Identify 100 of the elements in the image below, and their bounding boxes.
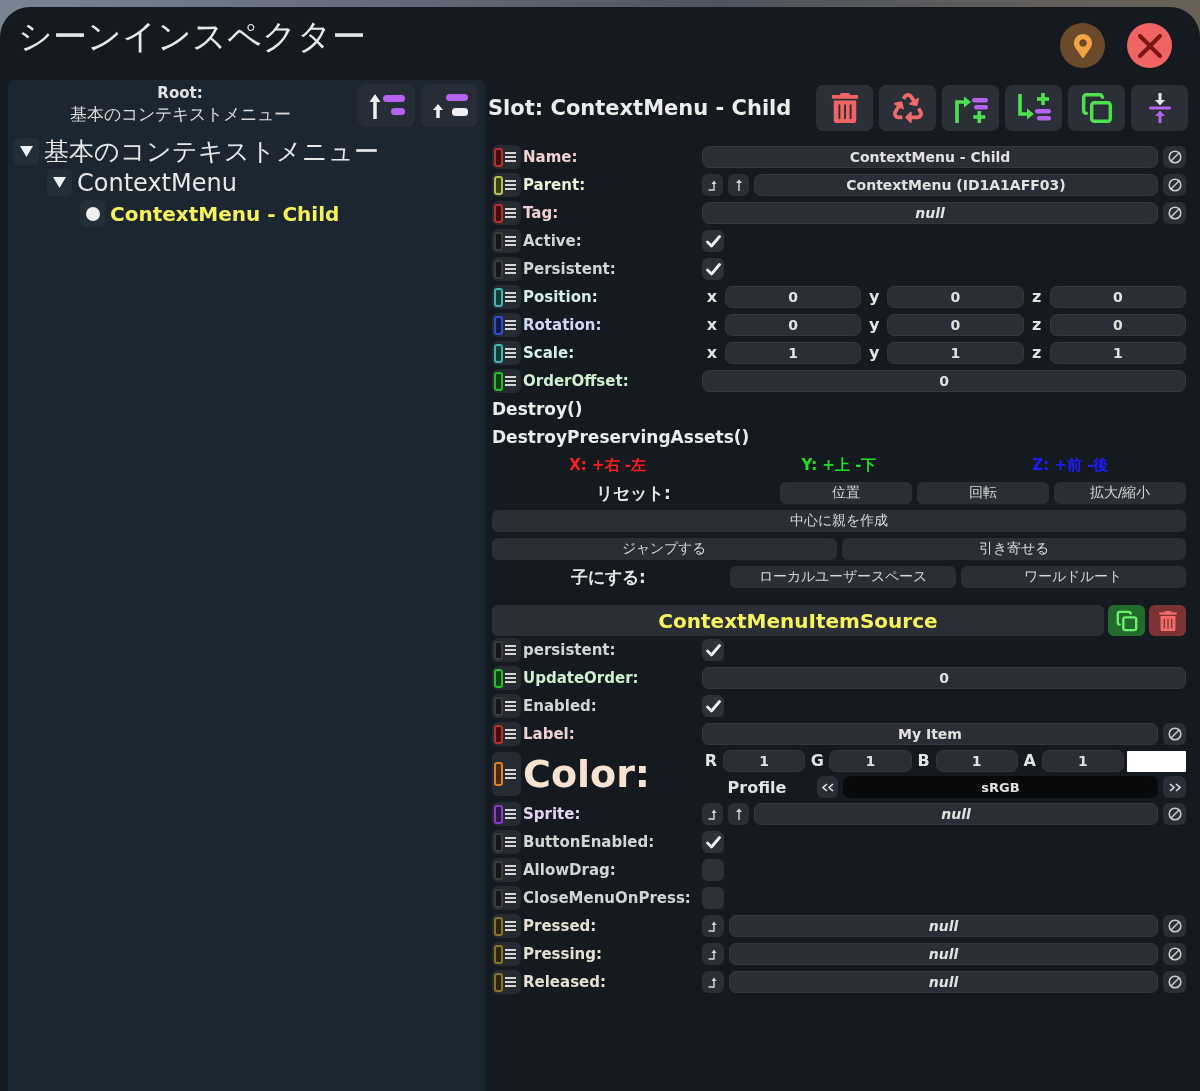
field-handle[interactable] <box>492 638 521 662</box>
checkbox[interactable] <box>702 695 724 717</box>
field-handle[interactable] <box>492 722 521 746</box>
move-button[interactable]: 引き寄せる <box>841 538 1186 560</box>
field-handle[interactable] <box>492 694 521 718</box>
value-field[interactable]: null <box>729 943 1158 965</box>
duplicate-button[interactable] <box>1068 85 1125 131</box>
value-field[interactable]: ContextMenu - Child <box>702 146 1158 168</box>
previous-button[interactable] <box>817 776 838 798</box>
clear-button[interactable] <box>1163 723 1186 745</box>
move-up-button[interactable] <box>358 84 415 127</box>
tree-item[interactable]: 基本のコンテキストメニュー <box>44 135 379 168</box>
duplicate-component-button[interactable] <box>1108 605 1145 636</box>
field-handle[interactable] <box>492 257 521 281</box>
checkbox[interactable] <box>702 639 724 661</box>
field-handle[interactable] <box>492 752 521 796</box>
insert-parent-button[interactable] <box>942 85 999 131</box>
field-handle[interactable] <box>492 341 521 365</box>
number-field[interactable]: 1 <box>1049 342 1186 364</box>
reset-button[interactable]: 位置 <box>780 482 912 504</box>
arrow-button[interactable] <box>702 803 723 825</box>
field-handle[interactable] <box>492 173 521 197</box>
clear-button[interactable] <box>1163 174 1186 196</box>
axis-legend: X: +右 -左 <box>569 455 647 475</box>
recycle-button[interactable] <box>879 85 936 131</box>
number-field[interactable]: 0 <box>702 370 1186 392</box>
arrow-button[interactable] <box>728 174 749 196</box>
method-link[interactable]: DestroyPreservingAssets() <box>492 423 750 451</box>
clear-button[interactable] <box>1163 146 1186 168</box>
collapse-button[interactable] <box>1131 85 1188 131</box>
tree-item[interactable]: ContextMenu - Child <box>110 201 340 226</box>
value-field[interactable]: null <box>729 971 1158 993</box>
field-handle[interactable] <box>492 858 521 882</box>
clear-button[interactable] <box>1163 971 1186 993</box>
field-handle[interactable] <box>492 145 521 169</box>
method-link[interactable]: Destroy() <box>492 395 583 423</box>
value-field[interactable]: My Item <box>702 723 1158 745</box>
arrow-button[interactable] <box>728 803 749 825</box>
field-handle[interactable] <box>492 666 521 690</box>
field-handle[interactable] <box>492 886 521 910</box>
close-button[interactable] <box>1127 23 1172 68</box>
field-handle[interactable] <box>492 201 521 225</box>
move-button[interactable]: ジャンプする <box>492 538 837 560</box>
next-button[interactable] <box>1163 776 1186 798</box>
add-child-button[interactable] <box>1005 85 1062 131</box>
number-field[interactable]: 1 <box>1041 750 1124 772</box>
move-root-button[interactable] <box>421 84 478 127</box>
field-handle[interactable] <box>492 942 521 966</box>
clear-button[interactable] <box>1163 803 1186 825</box>
number-field[interactable]: 0 <box>887 314 1024 336</box>
component-title[interactable]: ContextMenuItemSource <box>492 605 1104 636</box>
parent-under-button[interactable]: ワールドルート <box>960 566 1186 588</box>
reset-button[interactable]: 拡大/縮小 <box>1054 482 1186 504</box>
number-field[interactable]: 1 <box>725 342 862 364</box>
number-field[interactable]: 1 <box>723 750 806 772</box>
tree-item[interactable]: ContextMenu <box>77 168 237 197</box>
reset-button[interactable]: 回転 <box>917 482 1049 504</box>
field-handle[interactable] <box>492 313 521 337</box>
lines-icon <box>505 701 516 711</box>
field-handle[interactable] <box>492 802 521 826</box>
clear-button[interactable] <box>1163 202 1186 224</box>
field-handle[interactable] <box>492 369 521 393</box>
value-field[interactable]: null <box>729 915 1158 937</box>
number-field[interactable]: 0 <box>1049 314 1186 336</box>
field-handle[interactable] <box>492 229 521 253</box>
clear-button[interactable] <box>1163 915 1186 937</box>
checkbox[interactable] <box>702 887 724 909</box>
value-field[interactable]: null <box>702 202 1158 224</box>
field-handle[interactable] <box>492 970 521 994</box>
pin-button[interactable] <box>1060 23 1105 68</box>
delete-button[interactable] <box>816 85 873 131</box>
number-field[interactable]: 0 <box>725 314 862 336</box>
color-swatch[interactable] <box>1127 750 1186 772</box>
field-handle[interactable] <box>492 285 521 309</box>
number-field[interactable]: 0 <box>887 286 1024 308</box>
clear-button[interactable] <box>1163 943 1186 965</box>
value-field[interactable]: ContextMenu (ID1A1AFF03) <box>754 174 1158 196</box>
arrow-button[interactable] <box>702 174 723 196</box>
checkbox[interactable] <box>702 258 724 280</box>
remove-component-button[interactable] <box>1149 605 1186 636</box>
toggle-button[interactable] <box>47 169 72 196</box>
field-handle[interactable] <box>492 830 521 854</box>
toggle-button[interactable] <box>80 200 105 227</box>
checkbox[interactable] <box>702 831 724 853</box>
checkbox[interactable] <box>702 230 724 252</box>
number-field[interactable]: 0 <box>725 286 862 308</box>
parent-under-button[interactable]: ローカルユーザースペース <box>730 566 956 588</box>
number-field[interactable]: 0 <box>1049 286 1186 308</box>
checkbox[interactable] <box>702 859 724 881</box>
field-handle[interactable] <box>492 914 521 938</box>
value-field[interactable]: null <box>754 803 1158 825</box>
toggle-button[interactable] <box>14 138 39 165</box>
arrow-button[interactable] <box>702 971 724 993</box>
number-field[interactable]: 1 <box>829 750 912 772</box>
number-field[interactable]: 1 <box>935 750 1018 772</box>
arrow-button[interactable] <box>702 943 724 965</box>
create-parent-button[interactable]: 中心に親を作成 <box>492 510 1186 532</box>
number-field[interactable]: 1 <box>887 342 1024 364</box>
arrow-button[interactable] <box>702 915 724 937</box>
number-field[interactable]: 0 <box>702 667 1186 689</box>
